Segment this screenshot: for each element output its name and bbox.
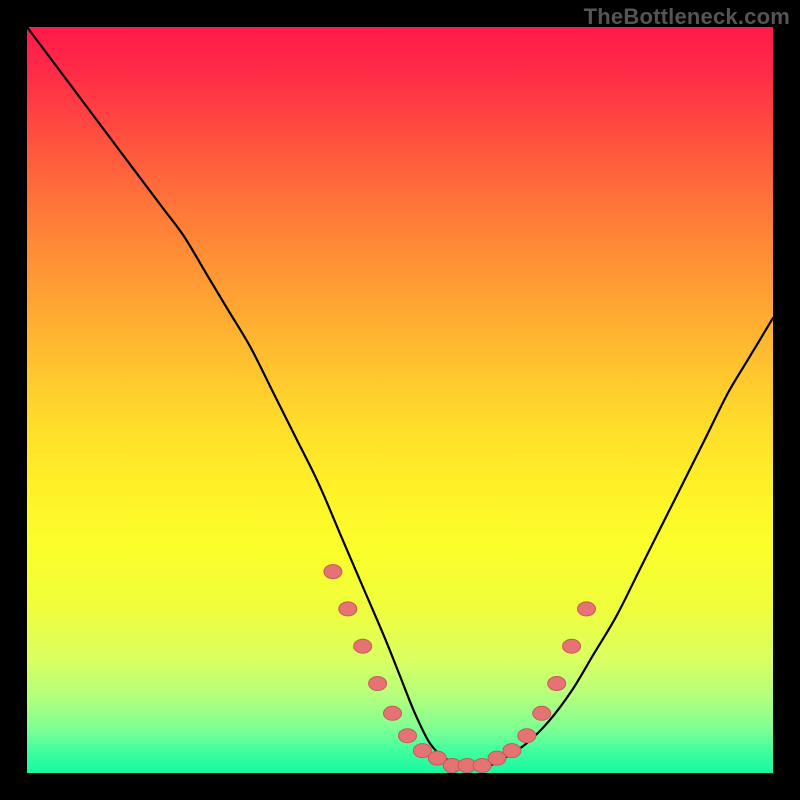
highlight-dots-group <box>324 565 596 773</box>
highlight-dot <box>339 602 357 616</box>
bottleneck-curve <box>27 27 773 766</box>
highlight-dot <box>354 639 372 653</box>
highlight-dot <box>548 677 566 691</box>
chart-frame: TheBottleneck.com <box>0 0 800 800</box>
highlight-dot <box>384 706 402 720</box>
highlight-dot <box>369 677 387 691</box>
highlight-dot <box>399 729 417 743</box>
highlight-dot <box>324 565 342 579</box>
highlight-dot <box>578 602 596 616</box>
curve-layer <box>27 27 773 773</box>
highlight-dot <box>533 706 551 720</box>
watermark-text: TheBottleneck.com <box>584 4 790 30</box>
plot-area <box>27 27 773 773</box>
highlight-dot <box>518 729 536 743</box>
highlight-dot <box>563 639 581 653</box>
highlight-dot <box>503 744 521 758</box>
